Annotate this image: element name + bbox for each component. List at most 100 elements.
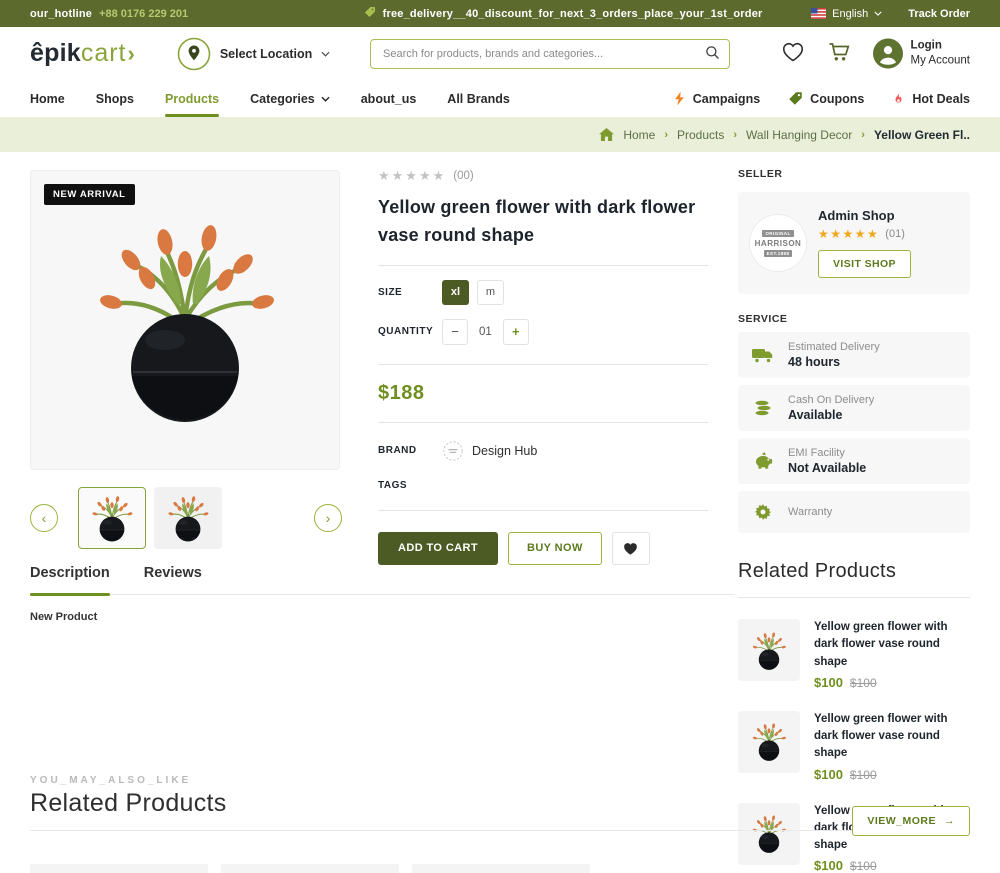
quantity-row: QUANTITY − 01 + [378,318,708,345]
size-options: xl m [442,279,504,305]
related-vase-image [752,631,787,670]
related-product-item[interactable]: Yellow green flower with dark flower vas… [738,619,970,690]
arrow-right-icon: → [944,815,955,827]
size-row: SIZE xl m [378,279,708,305]
search-bar [370,38,730,69]
nav-features: Campaigns Coupons Hot Deals [673,91,970,106]
hot-deals-label: Hot Deals [912,91,970,106]
nav-item-coupons[interactable]: Coupons [788,91,864,106]
you-may-also-like-section: YOU_MAY_ALSO_LIKE Related Products VIEW_… [0,770,1000,873]
gallery-prev-button[interactable]: ‹ [30,504,58,532]
description-content: New Product [30,611,98,623]
size-label: SIZE [378,286,403,298]
cart-icon[interactable] [827,40,851,67]
related-vase-image [752,723,787,762]
search-input[interactable] [370,38,730,69]
nav-item-about-us[interactable]: about_us [361,92,417,106]
account-menu[interactable]: Login My Account [872,38,970,69]
tab-reviews[interactable]: Reviews [144,565,202,594]
breadcrumb-products[interactable]: Products [677,128,724,142]
breadcrumb-separator: › [861,128,865,141]
service-title: EMI Facility [788,447,845,459]
nav-item-all-brands[interactable]: All Brands [447,92,510,106]
tab-bar: Description Reviews [30,565,735,596]
related-old-price: $100 [849,675,877,690]
login-label: Login [910,38,942,51]
visit-shop-button[interactable]: VISIT SHOP [818,250,911,278]
view-more-button[interactable]: VIEW_MORE → [852,806,970,836]
service-card-emi: EMI Facility Not Available [738,438,970,484]
section-eyebrow: YOU_MAY_ALSO_LIKE [30,775,192,786]
divider [738,597,970,598]
brand-name[interactable]: Design Hub [472,444,537,458]
breadcrumb-separator: › [733,128,738,141]
flame-icon [895,92,902,103]
seller-logo: ORIGINAL HARRISON EST.1888 [750,215,806,271]
quantity-increase-button[interactable]: + [502,318,529,345]
service-text: Warranty [788,506,832,518]
service-value: Available [788,408,843,422]
size-option-m[interactable]: m [477,279,504,305]
gallery-next-button[interactable]: › [314,504,342,532]
tab-description[interactable]: Description [30,565,110,596]
logo[interactable]: êpik cart › [30,39,135,68]
add-to-cart-button[interactable]: ADD TO CART [378,531,498,565]
rating-stars: ★★★★★ [378,168,447,183]
logo-chevron: › [127,41,135,66]
location-selector[interactable]: Select Location [177,37,330,71]
product-photo-vase [85,212,285,428]
breadcrumb-home[interactable]: Home [623,128,655,142]
service-value: 48 hours [788,355,841,369]
home-icon [599,128,615,141]
brand-logo-icon [443,441,463,461]
breadcrumb-bar: Home › Products › Wall Hanging Decor › Y… [0,117,1000,152]
seller-info: Admin Shop ★★★★★ (01) VISIT SHOP [818,208,911,278]
brand-label: BRAND [378,445,417,457]
rating-count: (00) [453,170,474,182]
divider [30,830,860,831]
topbar: our_hotline +88 0176 229 201 free_delive… [0,0,1000,27]
brand-row: BRAND Design Hub [378,440,708,462]
user-avatar-icon [872,38,903,69]
wishlist-heart-icon[interactable] [781,40,805,67]
divider [378,264,708,266]
section-heading: Related Products [30,789,227,817]
seller-badge-line3: EST.1888 [763,249,793,257]
service-title: Cash On Delivery [788,394,875,406]
product-price: $188 [378,381,425,404]
size-option-xl[interactable]: xl [442,279,469,305]
product-page: our_hotline +88 0176 229 201 free_delive… [0,0,1000,873]
nav-item-categories[interactable]: Categories [250,92,330,106]
nav-links: Home Shops Products Categories about_us … [30,92,510,117]
hotline-number[interactable]: +88 0176 229 201 [99,8,188,20]
related-products-heading: Related Products [738,560,897,582]
thumbnail-1[interactable] [78,487,146,549]
service-value: Not Available [788,461,867,475]
service-card-delivery: Estimated Delivery 48 hours [738,332,970,378]
nav-item-shops[interactable]: Shops [96,92,134,106]
related-product-info: Yellow green flower with dark flower vas… [814,619,970,690]
product-card-placeholder [30,864,208,873]
product-rating: ★★★★★ (00) [378,168,708,184]
divider [378,509,708,511]
chevron-down-icon [321,51,330,57]
track-order-link[interactable]: Track Order [908,8,970,20]
breadcrumb-category[interactable]: Wall Hanging Decor [746,128,852,142]
quantity-value: 01 [479,325,492,338]
cta-row: ADD TO CART BUY NOW [378,531,708,565]
buy-now-button[interactable]: BUY NOW [507,531,602,565]
thumbnail-2[interactable] [154,487,222,549]
search-icon[interactable] [703,45,721,63]
nav-item-home[interactable]: Home [30,92,65,106]
quantity-decrease-button[interactable]: − [442,318,468,345]
language-label: English [832,7,869,20]
divider [378,363,708,365]
heart-icon [624,542,638,555]
wishlist-button[interactable] [611,531,650,565]
gear-icon [750,502,776,522]
nav-item-products[interactable]: Products [164,92,220,117]
nav-item-hot-deals[interactable]: Hot Deals [892,91,970,106]
nav-item-campaigns[interactable]: Campaigns [673,91,760,106]
product-gallery: NEW ARRIVAL ‹ › [30,170,342,549]
language-selector[interactable]: English [811,8,882,20]
